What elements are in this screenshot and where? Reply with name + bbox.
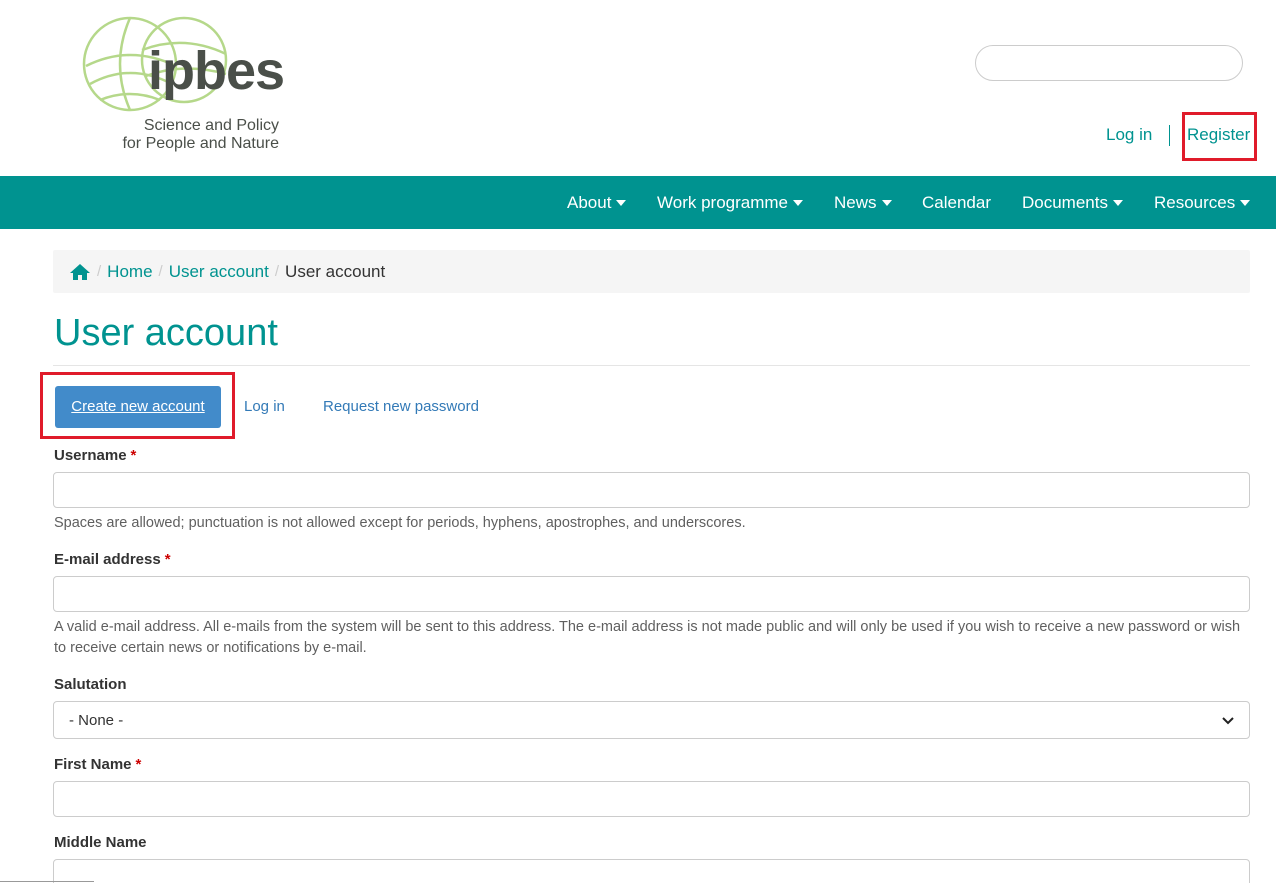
nav-item-label: About	[567, 193, 612, 212]
first-name-label-text: First Name	[54, 756, 132, 773]
page-title: User account	[54, 312, 278, 354]
header-login-link[interactable]: Log in	[1106, 125, 1152, 145]
main-navbar: About Work programme News Calendar Docum…	[0, 176, 1276, 229]
middle-name-label: Middle Name	[54, 834, 147, 851]
email-label-text: E-mail address	[54, 551, 161, 568]
email-label: E-mail address *	[54, 551, 171, 568]
caret-down-icon	[616, 199, 627, 206]
logo-tagline-line-1: Science and Policy	[143, 117, 279, 134]
nav-item-label: Calendar	[922, 193, 991, 212]
logo-tagline-line-2: for People and Nature	[122, 135, 279, 152]
username-label-text: Username	[54, 447, 127, 464]
username-help-text: Spaces are allowed; punctuation is not a…	[54, 515, 746, 531]
nav-item-news[interactable]: News	[834, 176, 892, 229]
breadcrumb-item-home[interactable]: Home	[107, 262, 152, 282]
nav-item-label: Work programme	[657, 193, 788, 212]
breadcrumb-current: User account	[285, 261, 386, 281]
home-icon	[70, 263, 90, 280]
site-header: ipbes Science and Policy for People and …	[0, 0, 1276, 176]
salutation-label-text: Salutation	[54, 676, 127, 693]
username-field[interactable]	[53, 472, 1250, 508]
caret-down-icon	[881, 199, 892, 206]
username-label: Username *	[54, 447, 136, 464]
first-name-field[interactable]	[53, 781, 1250, 817]
breadcrumb-home-link[interactable]	[69, 263, 91, 281]
nav-item-label: Documents	[1022, 193, 1108, 212]
breadcrumb-item-user-account[interactable]: User account	[169, 262, 269, 282]
nav-item-work-programme[interactable]: Work programme	[657, 176, 803, 229]
nav-item-label: Resources	[1154, 193, 1236, 212]
tab-log-in[interactable]: Log in	[244, 386, 285, 428]
middle-name-field[interactable]	[53, 859, 1250, 883]
caret-down-icon	[1112, 199, 1123, 206]
salutation-label: Salutation	[54, 676, 127, 693]
required-marker: *	[135, 756, 142, 773]
ipbes-logo[interactable]: ipbes Science and Policy for People and …	[80, 14, 290, 159]
header-link-divider	[1169, 125, 1170, 146]
nav-item-calendar[interactable]: Calendar	[922, 176, 991, 229]
salutation-selected-value: - None -	[69, 712, 124, 729]
breadcrumb-separator: /	[158, 263, 163, 280]
caret-down-icon	[793, 199, 803, 206]
tab-request-new-password[interactable]: Request new password	[323, 386, 479, 428]
required-marker: *	[130, 447, 137, 464]
email-help-text: A valid e-mail address. All e-mails from…	[54, 619, 1241, 656]
nav-item-documents[interactable]: Documents	[1022, 176, 1123, 229]
tab-create-new-account[interactable]: Create new account	[55, 386, 221, 428]
chevron-down-icon	[1222, 717, 1234, 725]
logo-wordmark: ipbes	[148, 41, 285, 101]
breadcrumb: / Home / User account / User account	[53, 250, 1250, 293]
email-field[interactable]	[53, 576, 1250, 612]
first-name-label: First Name *	[54, 756, 141, 773]
page-edge-divider	[0, 881, 94, 882]
nav-item-label: News	[834, 193, 877, 212]
search-input[interactable]	[975, 45, 1243, 81]
middle-name-label-text: Middle Name	[54, 834, 147, 851]
breadcrumb-separator: /	[274, 263, 280, 280]
required-marker: *	[164, 551, 171, 568]
header-register-link[interactable]: Register	[1187, 125, 1250, 145]
salutation-select[interactable]: - None -	[53, 701, 1250, 739]
caret-down-icon	[1240, 199, 1251, 206]
nav-item-about[interactable]: About	[567, 176, 627, 229]
title-divider	[53, 365, 1250, 366]
nav-item-resources[interactable]: Resources	[1154, 176, 1251, 229]
breadcrumb-separator: /	[97, 263, 102, 280]
